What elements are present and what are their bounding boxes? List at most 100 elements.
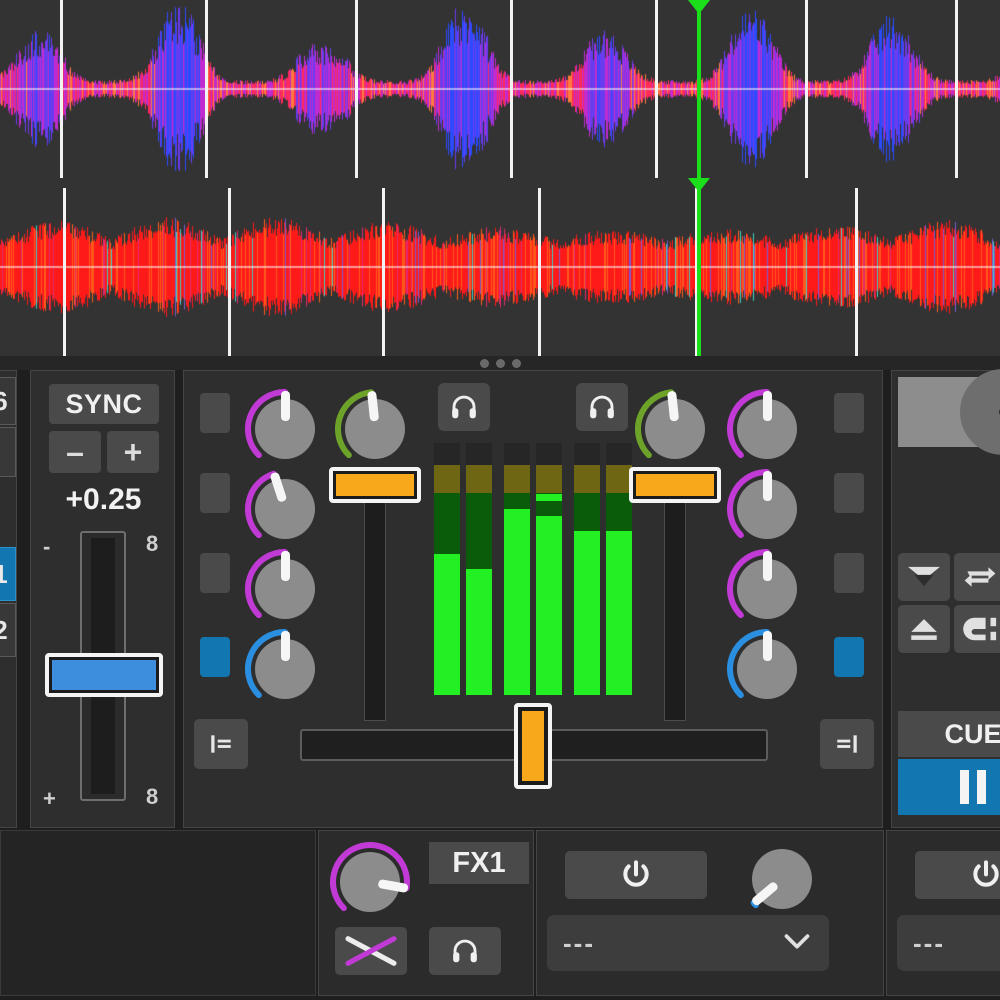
fx-headphone-button[interactable] <box>429 927 501 975</box>
deck-strip-button-blank[interactable] <box>0 427 16 477</box>
knob-indicator <box>280 391 290 421</box>
gain-knob-right[interactable] <box>632 386 718 472</box>
volume-fader-right-track[interactable] <box>664 491 686 721</box>
gain-knob-left[interactable] <box>332 386 418 472</box>
crossfader-handle[interactable] <box>514 703 552 789</box>
jog-wheel[interactable] <box>898 369 1000 455</box>
pause-bar <box>977 770 986 804</box>
knob-indicator <box>762 631 772 661</box>
fx-assign-left[interactable] <box>200 637 230 677</box>
beat-marker <box>655 0 658 178</box>
fx-mix-knob[interactable] <box>327 839 413 925</box>
fx-slot-1-select-value: --- <box>563 927 595 958</box>
waveform-area <box>0 0 1000 356</box>
vu-bar <box>574 443 600 695</box>
vu-bar <box>466 443 492 695</box>
playhead-marker-mid <box>688 178 710 192</box>
fx-unit-1: FX1 <box>318 830 534 996</box>
repeat-button[interactable] <box>954 553 1000 601</box>
beat-marker <box>538 188 541 356</box>
headphone-icon <box>590 395 614 419</box>
deck-strip-hotcue-2[interactable]: 2 <box>0 603 16 657</box>
vu-group-right <box>574 443 632 695</box>
fx-slot-1: --- <box>536 830 884 996</box>
pfl-button-left[interactable] <box>438 383 490 431</box>
beat-marker <box>855 188 858 356</box>
fx-slot-1-knob[interactable] <box>739 836 825 922</box>
align-left-icon <box>211 735 231 753</box>
loop-icon <box>964 567 996 587</box>
beat-marker <box>355 0 358 178</box>
filter-knob-right[interactable] <box>724 626 810 712</box>
volume-fader-left-track[interactable] <box>364 491 386 721</box>
fx-unit-label[interactable]: FX1 <box>429 842 529 884</box>
beat-marker <box>382 188 385 356</box>
eq-high-knob-left[interactable] <box>242 386 328 472</box>
kill-low-right[interactable] <box>834 553 864 593</box>
rate-label-bottom-right: 8 <box>146 784 159 809</box>
fx-crossover-button[interactable] <box>335 927 407 975</box>
eq-mid-knob-right[interactable] <box>724 466 810 552</box>
power-icon <box>973 860 999 887</box>
knob-indicator <box>762 391 772 421</box>
crossfader-assign-left[interactable] <box>194 719 248 769</box>
kill-low-left[interactable] <box>200 553 230 593</box>
pfl-button-right[interactable] <box>576 383 628 431</box>
kill-high-right[interactable] <box>834 393 864 433</box>
vu-bar <box>536 443 562 695</box>
quantize-button[interactable] <box>898 553 950 601</box>
eq-mid-knob-left[interactable] <box>242 466 328 552</box>
playhead-marker-top <box>688 0 710 14</box>
knob-indicator <box>280 551 290 581</box>
sync-button[interactable]: SYNC <box>49 384 159 424</box>
deck-strip-hotcue-1[interactable]: 1 <box>0 547 16 601</box>
eq-low-knob-left[interactable] <box>242 546 328 632</box>
fx-slot-1-select[interactable]: --- <box>547 915 829 971</box>
deck-strip-button-top[interactable]: 6 <box>0 377 16 425</box>
volume-fader-right-handle[interactable] <box>629 467 721 503</box>
eject-button[interactable] <box>898 605 950 653</box>
grip-dot <box>495 358 505 368</box>
kill-high-left[interactable] <box>200 393 230 433</box>
volume-fader-left-handle[interactable] <box>329 467 421 503</box>
fx-assign-right[interactable] <box>834 637 864 677</box>
crossfader-assign-right[interactable] <box>820 719 874 769</box>
play-pause-button[interactable] <box>898 759 1000 815</box>
deck-a-waveform[interactable] <box>0 0 1000 178</box>
fx-slot-2-select[interactable]: --- <box>897 915 1000 971</box>
filter-knob-left[interactable] <box>242 626 328 712</box>
playhead[interactable] <box>688 0 710 356</box>
align-right-icon <box>837 735 857 753</box>
splitter-grip[interactable] <box>0 356 1000 370</box>
cue-button[interactable]: CUE <box>898 711 1000 757</box>
beat-marker <box>60 0 63 178</box>
rate-increment-button[interactable]: + <box>107 431 159 473</box>
beat-marker <box>205 0 208 178</box>
fx-empty-panel <box>0 830 316 996</box>
rate-fader-handle[interactable] <box>45 653 163 697</box>
pause-bar <box>960 770 969 804</box>
rate-label-bottom-left: + <box>43 786 56 811</box>
mixer-panel <box>183 370 883 828</box>
deck-b-waveform[interactable] <box>0 178 1000 356</box>
dj-console-root: 6 1 2 SYNC – + +0.25 - 8 + 8 CUE FX1 ---… <box>0 0 1000 1000</box>
vu-group-master <box>504 443 562 695</box>
fx-slot-2: --- <box>886 830 1000 996</box>
fx-slot-2-power[interactable] <box>915 851 1000 899</box>
x-crossover-icon <box>345 936 397 966</box>
vu-bar <box>434 443 460 695</box>
rate-decrement-button[interactable]: – <box>49 431 101 473</box>
deck-strip: 6 1 2 <box>0 370 17 828</box>
eq-high-knob-right[interactable] <box>724 386 810 472</box>
eq-low-knob-right[interactable] <box>724 546 810 632</box>
chevron-down-icon <box>784 934 810 949</box>
fx-slot-1-power[interactable] <box>565 851 707 899</box>
knob-indicator <box>280 631 290 661</box>
rate-value: +0.25 <box>65 483 142 516</box>
beat-marker <box>805 0 808 178</box>
beat-marker <box>228 188 231 356</box>
loop-in-button[interactable] <box>954 605 1000 653</box>
grip-dot <box>479 358 489 368</box>
kill-mid-right[interactable] <box>834 473 864 513</box>
kill-mid-left[interactable] <box>200 473 230 513</box>
